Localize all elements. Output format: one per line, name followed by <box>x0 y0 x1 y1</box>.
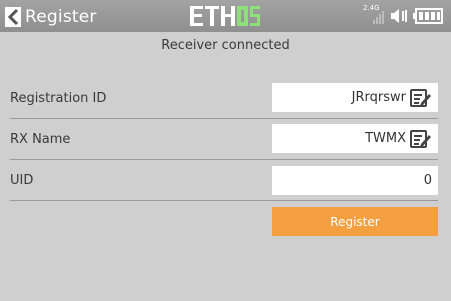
divider <box>10 159 438 160</box>
divider <box>10 118 438 119</box>
rx-name-label: RX Name <box>10 132 71 147</box>
speaker-icon <box>391 9 407 23</box>
uid-field[interactable]: 0 <box>272 166 438 195</box>
battery-icon <box>413 8 443 24</box>
uid-label: UID <box>10 173 34 188</box>
registration-id-field[interactable]: JRrqrswr <box>272 83 438 112</box>
status-icons: 2.4G <box>363 4 443 27</box>
ethos-logo <box>190 6 260 26</box>
screen-title: Register <box>25 7 97 27</box>
register-button[interactable]: Register <box>272 207 438 236</box>
top-bar: Register 2.4G <box>0 0 451 32</box>
divider <box>10 200 438 201</box>
registration-id-label: Registration ID <box>10 91 107 106</box>
rx-name-value: TWMX <box>365 131 406 146</box>
back-arrow-icon <box>5 7 21 27</box>
signal-bars-icon: 2.4G <box>363 4 385 25</box>
back-button[interactable]: Register <box>5 5 97 29</box>
uid-value: 0 <box>423 173 432 188</box>
rx-name-field[interactable]: TWMX <box>272 124 438 153</box>
edit-icon <box>410 129 431 148</box>
edit-icon <box>410 88 431 107</box>
receiver-status-text: Receiver connected <box>161 38 290 53</box>
registration-id-value: JRrqrswr <box>351 90 406 105</box>
